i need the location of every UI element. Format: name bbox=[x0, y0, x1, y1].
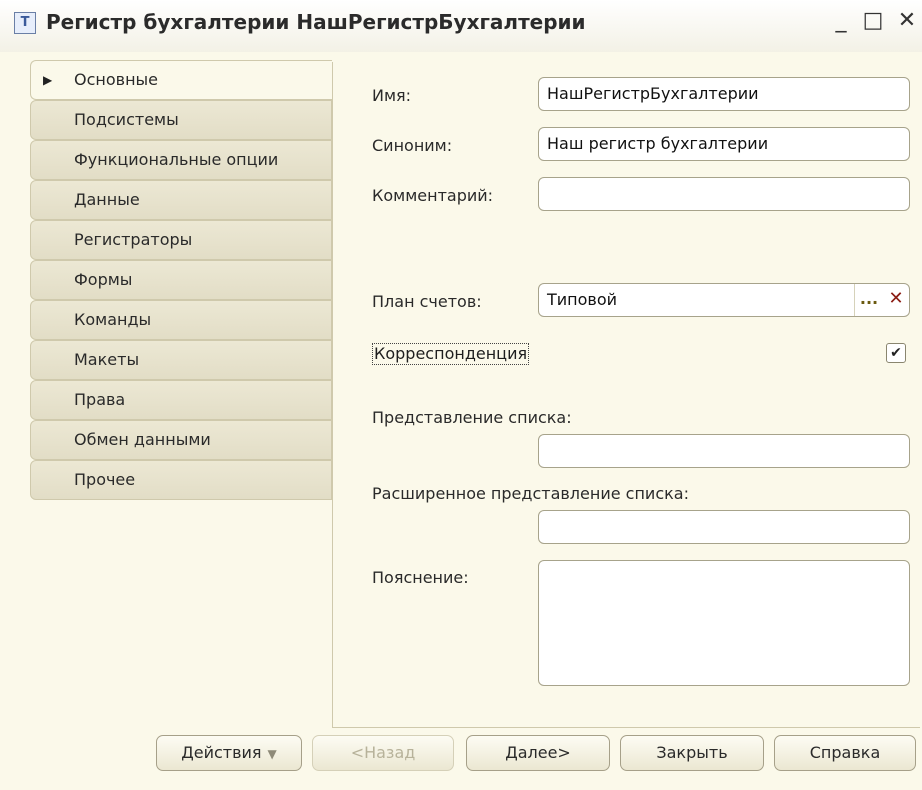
next-button[interactable]: Далее> bbox=[466, 735, 610, 771]
clear-icon[interactable]: ✕ bbox=[883, 284, 909, 316]
tab-data[interactable]: Данные bbox=[30, 180, 332, 220]
list-presentation-label: Представление списка: bbox=[372, 408, 572, 427]
tab-forms[interactable]: Формы bbox=[30, 260, 332, 300]
tab-label: Прочее bbox=[74, 470, 136, 489]
tab-main[interactable]: ▶ Основные bbox=[30, 60, 332, 100]
tab-label: Права bbox=[74, 390, 126, 409]
name-input[interactable]: НашРегистрБухгалтерии bbox=[538, 77, 910, 111]
tab-rights[interactable]: Права bbox=[30, 380, 332, 420]
chevron-down-icon: ▼ bbox=[267, 747, 277, 761]
actions-button[interactable]: Действия ▼ bbox=[156, 735, 302, 771]
chart-of-accounts-input[interactable]: Типовой ... ✕ bbox=[538, 283, 910, 317]
tab-label: Регистраторы bbox=[74, 230, 193, 249]
maximize-button[interactable]: □ bbox=[858, 6, 888, 36]
tab-label: Макеты bbox=[74, 350, 140, 369]
tab-label: Формы bbox=[74, 270, 133, 289]
synonym-input[interactable]: Наш регистр бухгалтерии bbox=[538, 127, 910, 161]
tab-label: Команды bbox=[74, 310, 152, 329]
tab-subsystems[interactable]: Подсистемы bbox=[30, 100, 332, 140]
window-title: Регистр бухгалтерии НашРегистрБухгалтери… bbox=[46, 10, 586, 34]
tab-label: Основные bbox=[74, 70, 159, 89]
tab-registrators[interactable]: Регистраторы bbox=[30, 220, 332, 260]
chart-of-accounts-label: План счетов: bbox=[372, 292, 482, 311]
explanation-textarea[interactable] bbox=[538, 560, 910, 686]
window-titlebar: T Регистр бухгалтерии НашРегистрБухгалте… bbox=[0, 0, 922, 53]
extended-list-presentation-label: Расширенное представление списка: bbox=[372, 484, 689, 503]
chart-of-accounts-value: Типовой bbox=[547, 290, 618, 309]
comment-label: Комментарий: bbox=[372, 186, 494, 205]
actions-button-label: Действия bbox=[181, 743, 262, 762]
back-button[interactable]: <Назад bbox=[312, 735, 454, 771]
minimize-button[interactable]: _ bbox=[826, 6, 856, 36]
close-button[interactable]: Закрыть bbox=[620, 735, 764, 771]
tab-functional-options[interactable]: Функциональные опции bbox=[30, 140, 332, 180]
explanation-label: Пояснение: bbox=[372, 568, 469, 587]
select-button[interactable]: ... bbox=[854, 284, 883, 316]
list-presentation-input[interactable] bbox=[538, 434, 910, 468]
tab-label: Данные bbox=[74, 190, 140, 209]
app-icon: T bbox=[14, 12, 36, 34]
tab-commands[interactable]: Команды bbox=[30, 300, 332, 340]
close-window-button[interactable]: ✕ bbox=[892, 6, 922, 36]
synonym-label: Синоним: bbox=[372, 136, 453, 155]
tab-templates[interactable]: Макеты bbox=[30, 340, 332, 380]
tab-label: Обмен данными bbox=[74, 430, 211, 449]
tab-label: Функциональные опции bbox=[74, 150, 279, 169]
comment-input[interactable] bbox=[538, 177, 910, 211]
tab-other[interactable]: Прочее bbox=[30, 460, 332, 500]
extended-list-presentation-input[interactable] bbox=[538, 510, 910, 544]
tab-label: Подсистемы bbox=[74, 110, 179, 129]
section-tabs: ▶ Основные Подсистемы Функциональные опц… bbox=[30, 60, 332, 508]
correspondence-checkbox[interactable]: ✔ bbox=[886, 343, 906, 363]
tab-data-exchange[interactable]: Обмен данными bbox=[30, 420, 332, 460]
correspondence-label[interactable]: Корреспонденция bbox=[372, 343, 530, 365]
triangle-right-icon: ▶ bbox=[43, 73, 53, 87]
name-label: Имя: bbox=[372, 86, 412, 105]
help-button[interactable]: Справка bbox=[774, 735, 916, 771]
